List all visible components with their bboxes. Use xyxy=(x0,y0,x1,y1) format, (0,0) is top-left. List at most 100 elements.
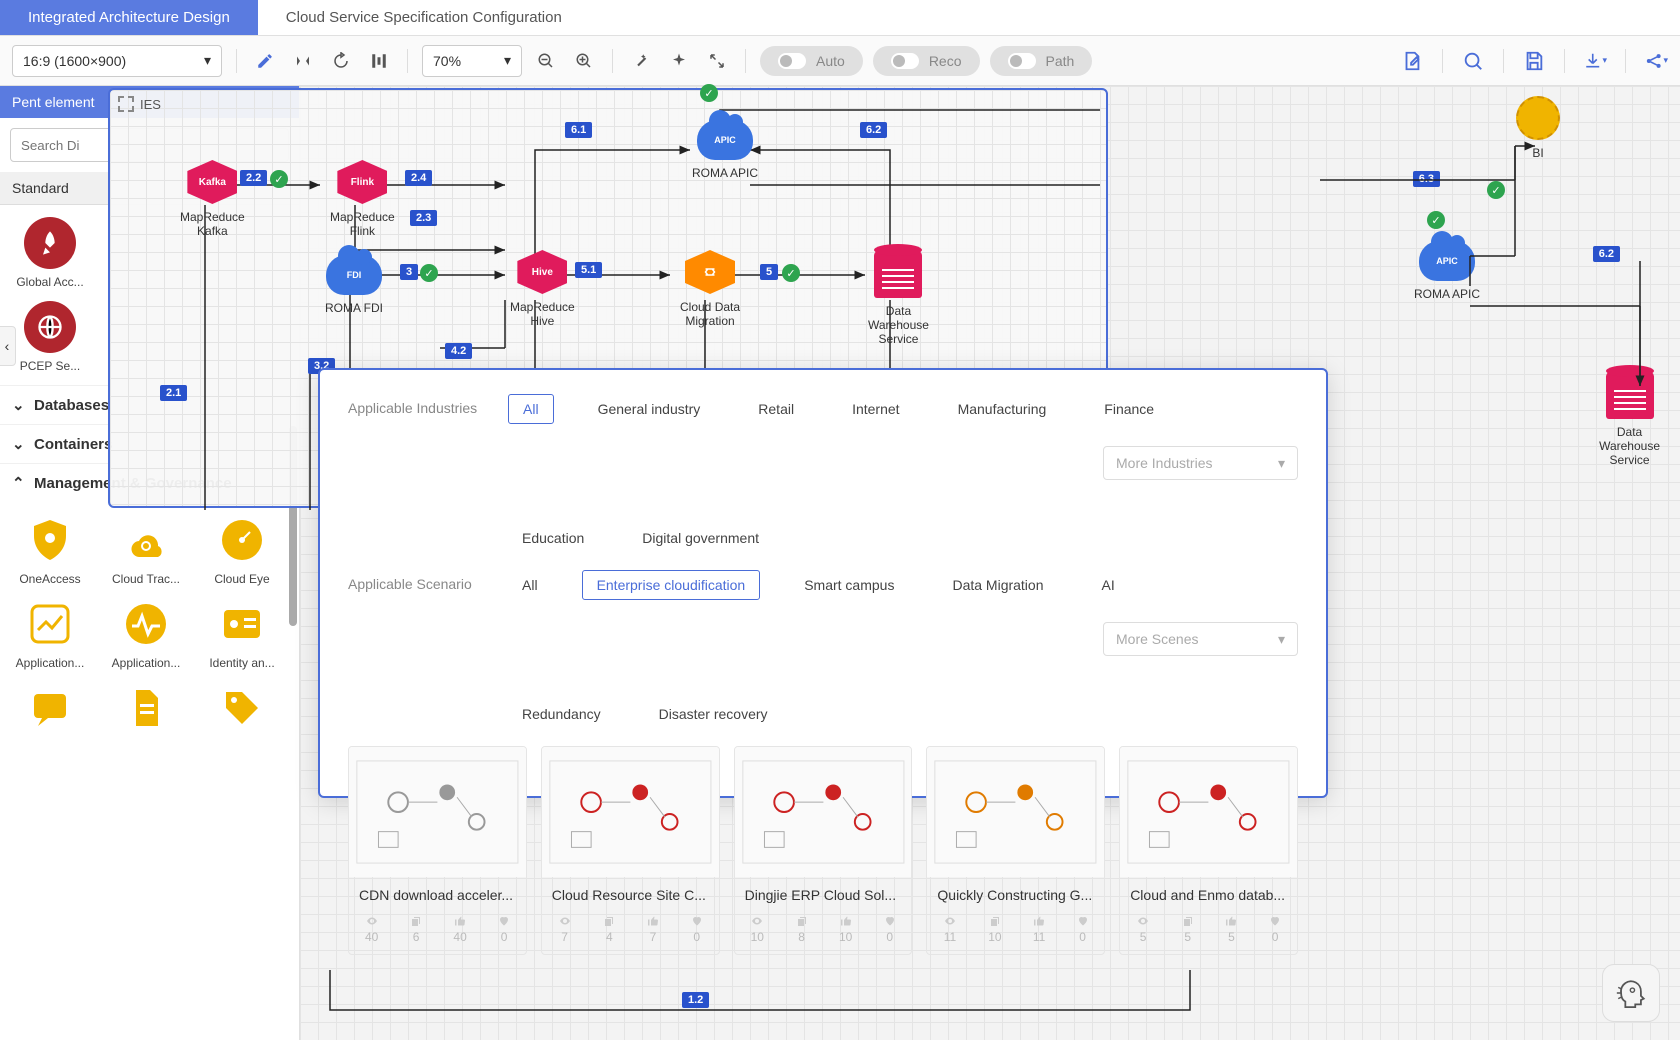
element-identity[interactable]: Identity an... xyxy=(196,594,288,674)
template-card[interactable]: CDN download acceler... 40 6 40 0 xyxy=(348,746,527,955)
chip-industry-manufacturing[interactable]: Manufacturing xyxy=(944,395,1061,423)
save-icon[interactable] xyxy=(1522,49,1546,73)
element-generic-3[interactable] xyxy=(196,678,288,738)
card-stats: 7 4 7 0 xyxy=(542,909,719,954)
expand-icon[interactable] xyxy=(703,47,731,75)
network-icon xyxy=(24,301,76,353)
eye-icon xyxy=(750,915,764,927)
align-icon[interactable] xyxy=(365,47,393,75)
zoom-in-icon[interactable] xyxy=(570,47,598,75)
chevron-down-icon: ▾ xyxy=(1278,455,1285,472)
eye-icon xyxy=(558,915,572,927)
zoom-value: 70% xyxy=(433,53,461,69)
element-global-acc[interactable]: Global Acc... xyxy=(4,213,96,293)
sparkle-icon[interactable] xyxy=(665,47,693,75)
edge-badge: 2.2 xyxy=(240,170,267,186)
chip-scenario-all[interactable]: All xyxy=(508,571,552,599)
edge-badge: 5.1 xyxy=(575,262,602,278)
element-pcep[interactable]: PCEP Se... xyxy=(4,297,96,377)
chip-industry-retail[interactable]: Retail xyxy=(744,395,808,423)
separator xyxy=(1442,49,1443,73)
chip-industry-education[interactable]: Education xyxy=(508,524,598,552)
cloud-search-icon xyxy=(120,514,172,566)
separator xyxy=(1625,49,1626,73)
heart-icon xyxy=(498,915,510,927)
chip-scenario-cloudification[interactable]: Enterprise cloudification xyxy=(582,570,761,600)
chip-scenario-dr[interactable]: Disaster recovery xyxy=(645,700,782,728)
chip-industry-all[interactable]: All xyxy=(508,394,554,424)
chip-scenario-redundancy[interactable]: Redundancy xyxy=(508,700,615,728)
aspect-ratio-select[interactable]: 16:9 (1600×900) ▾ xyxy=(12,45,222,77)
path-toggle[interactable]: Path xyxy=(990,46,1093,76)
sidebar-collapse-button[interactable]: ‹ xyxy=(0,326,16,366)
rotate-icon[interactable] xyxy=(327,47,355,75)
element-label: Cloud Eye xyxy=(197,572,287,586)
element-label: OneAccess xyxy=(5,572,95,586)
element-generic-1[interactable] xyxy=(4,678,96,738)
check-icon: ✓ xyxy=(420,264,438,282)
chip-scenario-smart-campus[interactable]: Smart campus xyxy=(790,571,908,599)
card-title: Quickly Constructing G... xyxy=(927,877,1104,909)
tab-service-config[interactable]: Cloud Service Specification Configuratio… xyxy=(258,0,590,35)
element-oneaccess[interactable]: OneAccess xyxy=(4,510,96,590)
edge-badge: 2.3 xyxy=(410,210,437,226)
card-title: Dingjie ERP Cloud Sol... xyxy=(735,877,912,909)
element-generic-2[interactable] xyxy=(100,678,192,738)
more-industries-select[interactable]: More Industries ▾ xyxy=(1103,446,1298,480)
chip-industry-finance[interactable]: Finance xyxy=(1090,395,1168,423)
rocket-icon xyxy=(24,217,76,269)
node-label: MapReduce Flink xyxy=(330,210,395,238)
template-card[interactable]: Quickly Constructing G... 11 10 11 0 xyxy=(926,746,1105,955)
path-label: Path xyxy=(1046,46,1075,76)
card-title: Cloud and Enmo datab... xyxy=(1120,877,1297,909)
pencil-icon[interactable] xyxy=(251,47,279,75)
download-icon[interactable]: ▾ xyxy=(1583,49,1607,73)
element-label: Global Acc... xyxy=(5,275,95,289)
more-scenes-select[interactable]: More Scenes ▾ xyxy=(1103,622,1298,656)
filter-label-industries: Applicable Industries xyxy=(348,394,508,416)
card-title: Cloud Resource Site C... xyxy=(542,877,719,909)
template-card[interactable]: Cloud Resource Site C... 7 4 7 0 xyxy=(541,746,720,955)
auto-toggle[interactable]: Auto xyxy=(760,46,863,76)
card-thumbnail xyxy=(1120,747,1297,877)
cloud-icon: FDI xyxy=(326,255,382,295)
card-stats: 40 6 40 0 xyxy=(349,909,526,954)
tag-icon xyxy=(216,682,268,734)
tab-architecture-design[interactable]: Integrated Architecture Design xyxy=(0,0,258,35)
separator xyxy=(612,49,613,73)
chip-industry-internet[interactable]: Internet xyxy=(838,395,913,423)
chip-scenario-data-migration[interactable]: Data Migration xyxy=(938,571,1057,599)
card-stats: 5 5 5 0 xyxy=(1120,909,1297,954)
chevron-up-icon: ⌃ xyxy=(12,474,26,492)
card-title: CDN download acceler... xyxy=(349,877,526,909)
element-application-1[interactable]: Application... xyxy=(4,594,96,674)
element-cloud-trace[interactable]: Cloud Trac... xyxy=(100,510,192,590)
reco-toggle[interactable]: Reco xyxy=(873,46,980,76)
node-label: ROMA FDI xyxy=(325,301,383,315)
card-thumbnail xyxy=(349,747,526,877)
thumbs-up-icon xyxy=(1033,915,1045,927)
preview-icon[interactable] xyxy=(1461,49,1485,73)
chip-industry-gov[interactable]: Digital government xyxy=(628,524,773,552)
assistant-button[interactable] xyxy=(1602,964,1660,1022)
magic-wand-icon[interactable] xyxy=(627,47,655,75)
edge-badge: 2.1 xyxy=(160,385,187,401)
element-cloud-eye[interactable]: Cloud Eye xyxy=(196,510,288,590)
zoom-select[interactable]: 70% ▾ xyxy=(422,45,522,77)
analytics-icon xyxy=(24,598,76,650)
edit-file-icon[interactable] xyxy=(1400,49,1424,73)
zoom-out-icon[interactable] xyxy=(532,47,560,75)
chip-scenario-ai[interactable]: AI xyxy=(1088,571,1129,599)
card-thumbnail xyxy=(735,747,912,877)
thumbs-up-icon xyxy=(1225,915,1237,927)
template-card[interactable]: Dingjie ERP Cloud Sol... 10 8 10 0 xyxy=(734,746,913,955)
mirror-icon[interactable] xyxy=(289,47,317,75)
chip-industry-general[interactable]: General industry xyxy=(584,395,715,423)
separator xyxy=(236,49,237,73)
edge-badge: 2.4 xyxy=(405,170,432,186)
chat-icon xyxy=(24,682,76,734)
template-card[interactable]: Cloud and Enmo datab... 5 5 5 0 xyxy=(1119,746,1298,955)
share-icon[interactable]: ▾ xyxy=(1644,49,1668,73)
element-application-2[interactable]: Application... xyxy=(100,594,192,674)
database-icon xyxy=(874,250,922,298)
